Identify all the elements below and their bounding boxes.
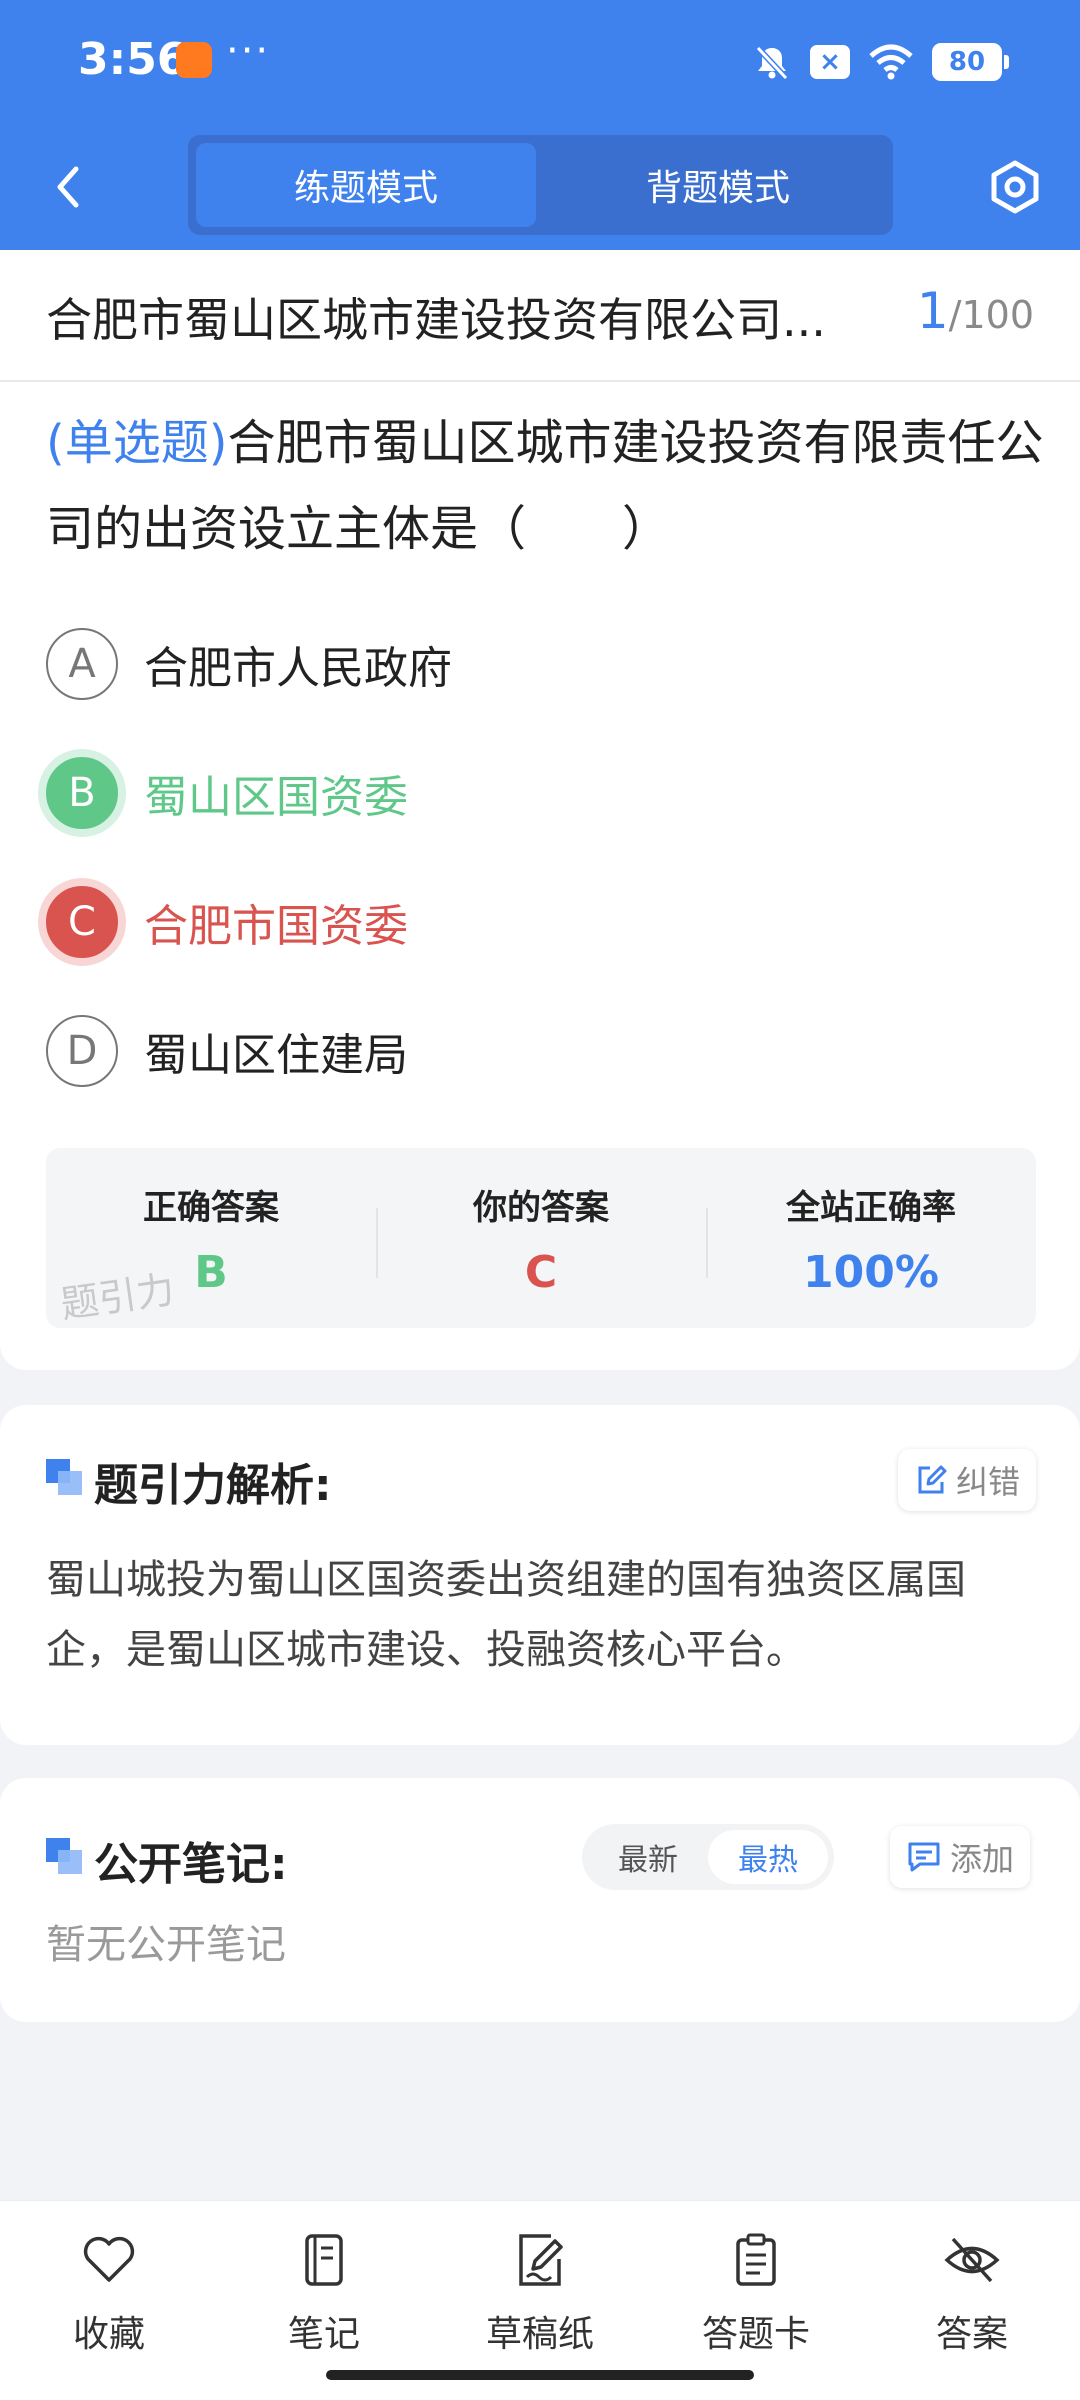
answer-stats: 正确答案 B 你的答案 C 全站正确率 100% 题引力: [46, 1148, 1036, 1328]
exam-title: 合肥市蜀山区城市建设投资有限公司...: [46, 293, 826, 347]
your-answer-stat: 你的答案 C: [376, 1148, 706, 1328]
tab-practice-mode[interactable]: 练题模式: [196, 143, 536, 227]
add-note-button[interactable]: 添加: [890, 1826, 1031, 1888]
tab-memorize-mode[interactable]: 背题模式: [548, 143, 888, 227]
status-icons: × 80: [752, 40, 1009, 84]
option-b[interactable]: B 蜀山区国资委: [46, 755, 408, 831]
wifi-icon: [869, 44, 913, 80]
your-answer-value: C: [524, 1247, 558, 1298]
option-letter: D: [46, 1015, 118, 1087]
accuracy-stat: 全站正确率 100%: [706, 1148, 1036, 1328]
status-time: 3:56: [78, 34, 188, 85]
mode-switch: 练题模式 背题模式: [188, 135, 893, 235]
eye-off-icon: [944, 2237, 1000, 2283]
settings-icon[interactable]: [985, 157, 1045, 217]
question-card: 合肥市蜀山区城市建设投资有限公司... 1/100 (单选题)合肥市蜀山区城市建…: [0, 250, 1080, 1370]
analysis-text: 蜀山城投为蜀山区国资委出资组建的国有独资区属国企，是蜀山区城市建设、投融资核心平…: [46, 1557, 966, 1673]
header: 3:56 ··· × 80 练题模式 背题模式: [0, 0, 1080, 250]
analysis-card: 题引力解析: 纠错 蜀山城投为蜀山区国资委出资组建的国有独资区属国企，是蜀山区城…: [0, 1405, 1080, 1745]
draft-paper-icon: [519, 2234, 563, 2286]
option-label: 合肥市人民政府: [144, 643, 452, 694]
toolbar-label: 答案: [935, 2314, 1008, 2355]
option-letter: B: [46, 757, 118, 829]
divider: [0, 380, 1080, 382]
notes-empty-text: 暂无公开笔记: [46, 1922, 286, 1968]
option-c[interactable]: C 合肥市国资委: [46, 884, 408, 960]
answer-card-button[interactable]: 答题卡: [671, 2231, 841, 2357]
toolbar-label: 笔记: [287, 2314, 360, 2355]
home-indicator[interactable]: [326, 2370, 754, 2380]
stat-label: 你的答案: [473, 1188, 609, 1228]
notebook-icon: [305, 2234, 343, 2286]
question-text: (单选题)合肥市蜀山区城市建设投资有限责任公司的出资设立主体是（ ）: [46, 400, 1046, 572]
show-answer-button[interactable]: 答案: [887, 2231, 1057, 2357]
sort-hot[interactable]: 最热: [708, 1830, 828, 1884]
notes-button[interactable]: 笔记: [239, 2231, 409, 2357]
report-error-label: 纠错: [956, 1463, 1021, 1501]
option-label: 蜀山区住建局: [144, 1030, 408, 1081]
sort-latest[interactable]: 最新: [588, 1830, 708, 1884]
analysis-title: 题引力解析:: [94, 1460, 332, 1511]
question-counter: 1/100: [917, 282, 1034, 340]
option-d[interactable]: D 蜀山区住建局: [46, 1013, 408, 1089]
question-type: (单选题): [46, 415, 228, 471]
status-bar: 3:56 ··· × 80: [0, 0, 1080, 125]
x-badge-icon: ×: [810, 45, 850, 79]
accuracy-value: 100%: [803, 1247, 939, 1298]
option-label: 合肥市国资委: [144, 901, 408, 952]
stat-label: 全站正确率: [786, 1188, 956, 1228]
toolbar-label: 草稿纸: [485, 2314, 594, 2355]
favorite-button[interactable]: 收藏: [24, 2231, 194, 2357]
more-notifications-icon: ···: [226, 28, 271, 74]
toolbar-label: 答题卡: [701, 2314, 810, 2355]
app-notification-icon: [176, 42, 212, 78]
notes-sort-toggle: 最新 最热: [582, 1824, 834, 1890]
option-label: 蜀山区国资委: [144, 772, 408, 823]
section-icon: [46, 1838, 82, 1874]
add-note-label: 添加: [950, 1840, 1015, 1878]
report-error-button[interactable]: 纠错: [898, 1449, 1037, 1511]
heart-icon: [83, 2236, 135, 2282]
bell-off-icon: [755, 45, 789, 81]
total-count: /100: [948, 293, 1034, 337]
answer-card-icon: [736, 2233, 776, 2286]
option-letter: A: [46, 628, 118, 700]
edit-icon: [918, 1465, 947, 1494]
notes-title: 公开笔记:: [94, 1839, 288, 1890]
top-nav: 练题模式 背题模式: [0, 125, 1080, 250]
comment-icon: [908, 1842, 940, 1872]
current-index: 1: [916, 282, 949, 340]
draft-paper-button[interactable]: 草稿纸: [455, 2231, 625, 2357]
notes-card: 公开笔记: 最新 最热 添加 暂无公开笔记: [0, 1778, 1080, 2022]
battery-icon: 80: [932, 43, 1009, 81]
toolbar-label: 收藏: [72, 2314, 145, 2355]
option-letter: C: [46, 886, 118, 958]
stat-label: 正确答案: [143, 1188, 279, 1228]
section-icon: [46, 1459, 82, 1495]
option-a[interactable]: A 合肥市人民政府: [46, 626, 452, 702]
back-chevron-icon[interactable]: [40, 157, 100, 217]
